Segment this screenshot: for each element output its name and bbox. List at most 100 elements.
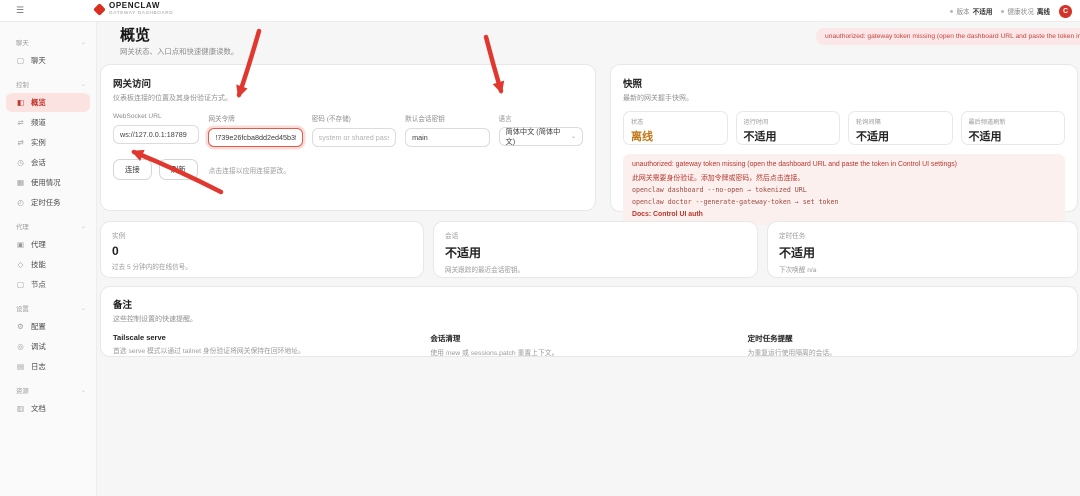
version-value: 不适用	[973, 6, 993, 16]
brand-logo: OPENCLAW GATEWAY DASHBOARD	[95, 2, 173, 16]
status-tile-label: 状态	[631, 117, 720, 126]
docs-link[interactable]: Docs: Control UI auth	[632, 211, 1056, 218]
unauthorized-toast: unauthorized: gateway token missing (ope…	[816, 28, 1080, 45]
sidebar-section-settings: 设置 ⌄	[0, 304, 96, 313]
sidebar-item-label: 聊天	[31, 55, 46, 66]
sidebar-item-config[interactable]: ⚙ 配置	[6, 317, 90, 336]
auth-error-cmd2: openclaw doctor --generate-gateway-token…	[632, 198, 1056, 206]
skills-icon: ◇	[16, 260, 25, 269]
connect-hint: 点击连接以应用连接更改。	[209, 165, 291, 175]
gateway-token-input[interactable]	[208, 128, 302, 147]
poll-interval-tile-label: 轮询间隔	[856, 117, 945, 126]
snapshot-title: 快照	[623, 76, 1065, 90]
instances-icon: ⇄	[16, 138, 25, 147]
top-header-bar: ☰ OPENCLAW GATEWAY DASHBOARD 版本 不适用 健康状况…	[0, 0, 1080, 22]
health-label: 健康状况	[1007, 6, 1033, 16]
session-key-input[interactable]	[405, 128, 489, 147]
health-value: 离线	[1037, 6, 1050, 16]
sessions-card-title: 会话	[445, 230, 746, 240]
chevron-down-icon: ⌄	[571, 133, 576, 140]
last-refresh-tile-value: 不适用	[969, 128, 1058, 144]
instances-card-value: 0	[112, 244, 412, 258]
sidebar-item-usage[interactable]: ▦ 使用情况	[6, 173, 90, 192]
notes-card: 备注 这些控制设置的快速提醒。 Tailscale serve 首选 serve…	[100, 286, 1078, 357]
chevron-down-icon[interactable]: ⌄	[81, 387, 86, 394]
page-title: 概览	[120, 24, 150, 45]
overview-icon: ◧	[16, 98, 25, 107]
note-cron-reminder-title: 定时任务提醒	[748, 333, 1045, 344]
sidebar-item-label: 日志	[31, 361, 46, 372]
gateway-token-label: 网关令牌	[208, 113, 302, 123]
sidebar-item-overview[interactable]: ◧ 概览	[6, 93, 90, 112]
agents-icon: ▣	[16, 240, 25, 249]
snapshot-card: 快照 最新的网关握手快照。 状态 离线 运行时间 不适用 轮询间隔 不适用 最后…	[610, 64, 1078, 212]
uptime-tile-value: 不适用	[744, 128, 833, 144]
cron-card-title: 定时任务	[779, 230, 1066, 240]
sidebar-item-label: 使用情况	[31, 177, 61, 188]
chevron-down-icon[interactable]: ⌄	[81, 305, 86, 312]
sidebar-item-cron[interactable]: ◴ 定时任务	[6, 193, 90, 212]
version-dot-icon	[950, 10, 953, 13]
note-session-cleanup-title: 会话清理	[430, 333, 727, 344]
version-status: 版本 不适用	[950, 6, 992, 16]
sidebar-item-label: 节点	[31, 279, 46, 290]
uptime-tile: 运行时间 不适用	[736, 111, 841, 145]
sidebar-item-label: 代理	[31, 239, 46, 250]
note-tailscale: Tailscale serve 首选 serve 模式以通过 tailnet 身…	[113, 333, 430, 357]
sidebar-item-agents[interactable]: ▣ 代理	[6, 235, 90, 254]
notes-title: 备注	[113, 297, 1065, 311]
section-label: 控制	[16, 80, 29, 89]
sidebar-item-chat[interactable]: ▢ 聊天	[6, 51, 90, 70]
docs-icon: ▥	[16, 404, 25, 413]
chevron-down-icon[interactable]: ⌄	[81, 81, 86, 88]
gateway-access-subtitle: 仪表板连接的位置及其身份验证方式。	[113, 93, 583, 103]
brand-subtitle: GATEWAY DASHBOARD	[109, 10, 173, 16]
page-subtitle: 网关状态、入口点和快速健康读数。	[120, 46, 238, 57]
gateway-access-card: 网关访问 仪表板连接的位置及其身份验证方式。 WebSocket URL 网关令…	[100, 64, 596, 211]
sidebar-item-docs[interactable]: ▥ 文档	[6, 399, 90, 418]
language-selected-value: 简体中文 (简体中文)	[506, 127, 568, 147]
auth-error-line2: 此网关需要身份验证。添加令牌或密码，然后点击连接。	[632, 172, 1056, 182]
last-refresh-tile: 最后频道刷新 不适用	[961, 111, 1066, 145]
auth-error-cmd1: openclaw dashboard --no-open → tokenized…	[632, 186, 1056, 194]
language-label: 语言	[499, 113, 583, 123]
sidebar-item-label: 会话	[31, 157, 46, 168]
sidebar-item-debug[interactable]: ◎ 调试	[6, 337, 90, 356]
connect-button[interactable]: 连接	[113, 159, 152, 180]
sidebar-item-sessions[interactable]: ◷ 会话	[6, 153, 90, 172]
status-tile: 状态 离线	[623, 111, 728, 145]
instances-card-title: 实例	[112, 230, 412, 240]
section-label: 代理	[16, 222, 29, 231]
cron-icon: ◴	[16, 198, 25, 207]
sidebar-item-label: 实例	[31, 137, 46, 148]
chevron-down-icon[interactable]: ⌄	[81, 223, 86, 230]
gateway-access-title: 网关访问	[113, 76, 583, 90]
cron-card-caption: 下次唤醒 n/a	[779, 264, 1066, 274]
brand-diamond-icon	[93, 3, 106, 16]
chevron-down-icon[interactable]: ⌄	[81, 39, 86, 46]
sidebar-item-skills[interactable]: ◇ 技能	[6, 255, 90, 274]
sidebar-section-chat: 聊天 ⌄	[0, 38, 96, 47]
language-select[interactable]: 简体中文 (简体中文) ⌄	[499, 127, 583, 146]
menu-icon[interactable]: ☰	[16, 5, 24, 16]
instances-card-caption: 过去 5 分钟内的在线信号。	[112, 261, 412, 271]
password-label: 密码 (不存储)	[312, 113, 396, 123]
sessions-icon: ◷	[16, 158, 25, 167]
note-tailscale-caption: 首选 serve 模式以通过 tailnet 身份验证将网关保持在回环地址。	[113, 345, 410, 355]
cron-card: 定时任务 不适用 下次唤醒 n/a	[767, 221, 1078, 278]
sessions-card-caption: 网关跟踪的最近会话密钥。	[445, 264, 746, 274]
sessions-card: 会话 不适用 网关跟踪的最近会话密钥。	[433, 221, 758, 278]
sidebar-item-channels[interactable]: ⇌ 频道	[6, 113, 90, 132]
websocket-url-input[interactable]	[113, 125, 199, 144]
password-input[interactable]	[312, 128, 396, 147]
note-session-cleanup-caption: 使用 /new 或 sessions.patch 重置上下文。	[430, 347, 727, 357]
sidebar-item-instances[interactable]: ⇄ 实例	[6, 133, 90, 152]
note-cron-reminder-caption: 为重复运行使用隔离的会话。	[748, 347, 1045, 357]
note-session-cleanup: 会话清理 使用 /new 或 sessions.patch 重置上下文。	[430, 333, 747, 357]
sidebar-item-logs[interactable]: ▤ 日志	[6, 357, 90, 376]
health-status: 健康状况 离线	[1001, 6, 1050, 16]
last-refresh-tile-label: 最后频道刷新	[969, 117, 1058, 126]
sidebar-item-nodes[interactable]: ▢ 节点	[6, 275, 90, 294]
refresh-button[interactable]: 刷新	[159, 159, 198, 180]
avatar[interactable]: C	[1059, 5, 1072, 18]
